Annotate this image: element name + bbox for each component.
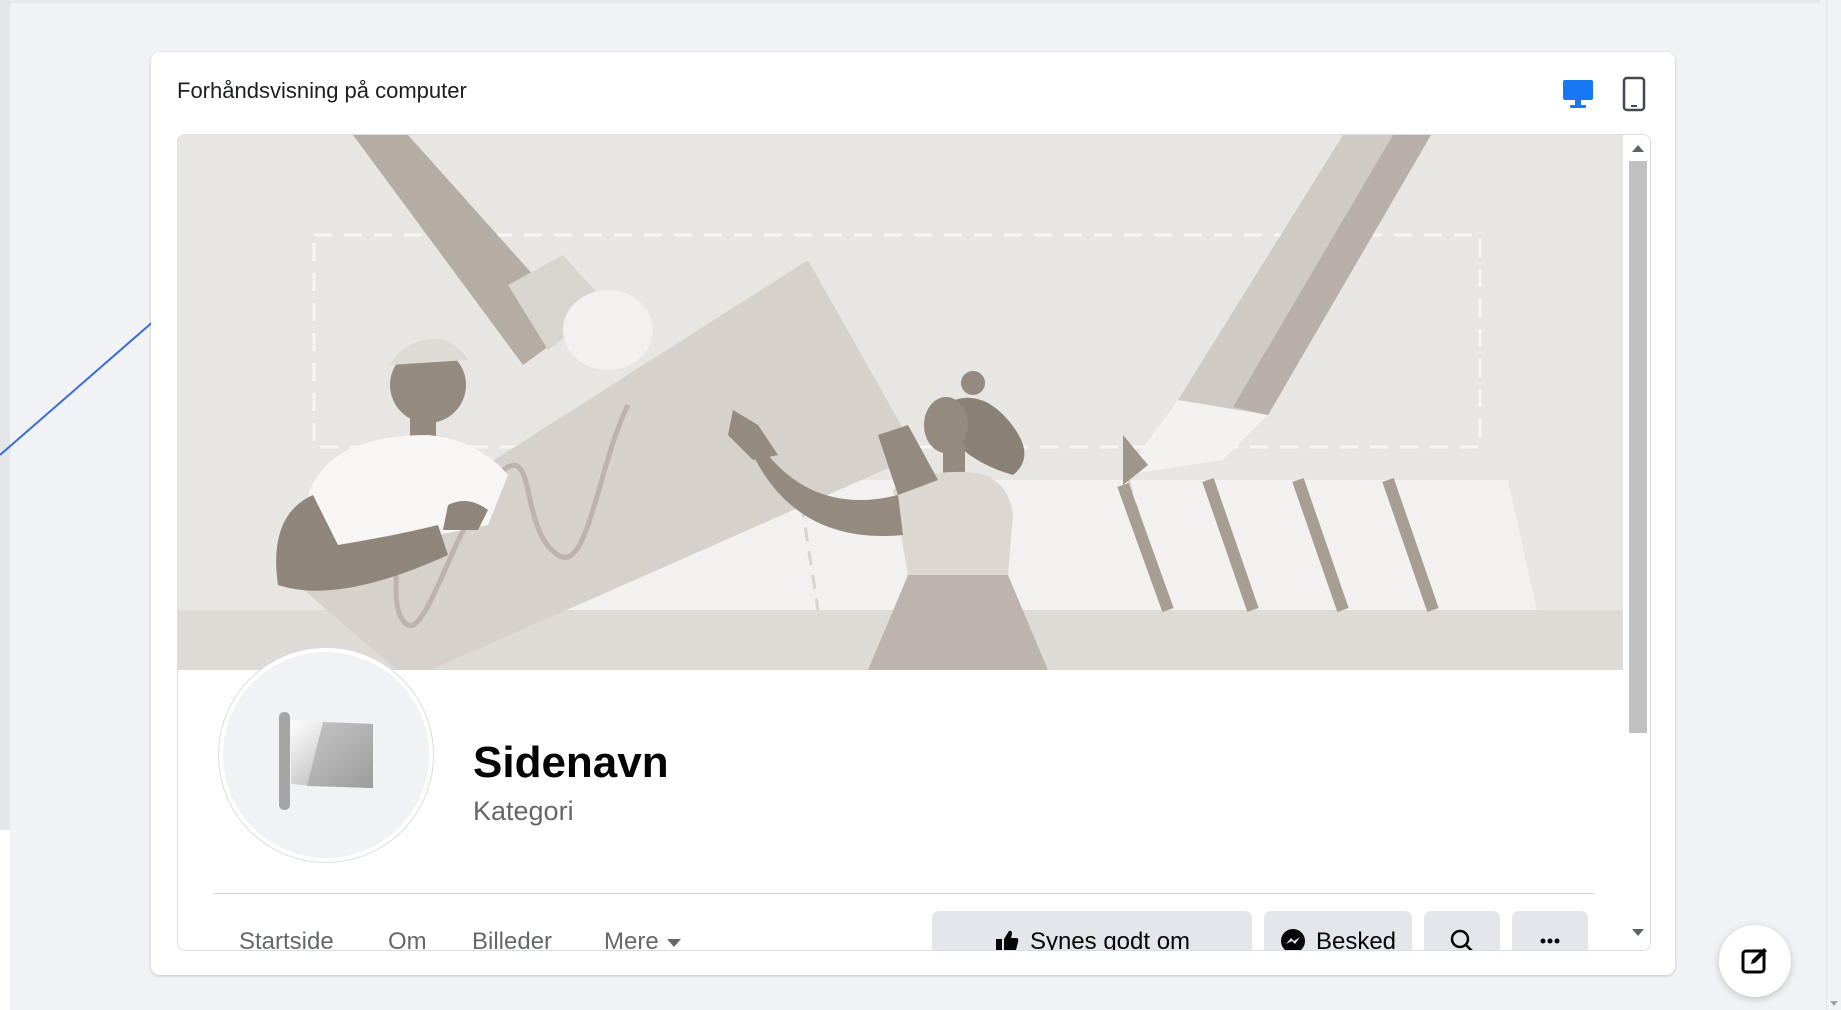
search-icon [1450, 929, 1473, 950]
compose-button[interactable] [1719, 925, 1791, 997]
mobile-preview-toggle[interactable] [1621, 76, 1647, 117]
page-name: Sidenavn [473, 738, 669, 787]
left-panel-edge-lower [0, 830, 10, 1010]
thumbs-up-icon [995, 930, 1019, 950]
search-button[interactable] [1424, 911, 1500, 950]
page-scroll-down-icon[interactable] [1830, 1001, 1838, 1006]
tab-more-label: Mere [604, 928, 659, 951]
page-preview: Sidenavn Kategori Startside Om Billeder … [177, 134, 1651, 951]
tab-home[interactable]: Startside [239, 928, 334, 950]
page-scrollbar[interactable] [1826, 0, 1841, 1010]
message-button[interactable]: Besked [1264, 911, 1412, 951]
flag-icon [279, 712, 373, 810]
caret-down-icon [666, 938, 681, 947]
message-button-label: Besked [1315, 928, 1397, 951]
preview-title: Forhåndsvisning på computer [177, 78, 467, 103]
like-button-label: Synes godt om [1029, 928, 1191, 951]
compose-icon [1741, 948, 1767, 974]
desktop-preview-toggle[interactable] [1561, 76, 1595, 115]
cover-photo [178, 135, 1623, 670]
page-category: Kategori [473, 796, 574, 826]
top-header-edge [10, 0, 1820, 3]
mobile-icon [1622, 76, 1646, 112]
preview-scrollbar[interactable] [1624, 135, 1650, 950]
scroll-thumb[interactable] [1629, 161, 1647, 733]
more-dots-icon [1540, 938, 1560, 944]
tab-more[interactable]: Mere [604, 928, 681, 951]
tab-photos[interactable]: Billeder [472, 928, 552, 950]
scroll-up-icon[interactable] [1632, 145, 1644, 152]
more-button[interactable] [1512, 911, 1588, 950]
profile-divider [214, 893, 1594, 894]
scroll-down-icon[interactable] [1632, 929, 1644, 936]
messenger-icon [1280, 929, 1305, 950]
tab-about[interactable]: Om [388, 928, 427, 950]
like-button[interactable]: Synes godt om [932, 911, 1252, 951]
preview-card: Forhåndsvisning på computer Sidenavn Kat… [151, 52, 1675, 975]
desktop-icon [1563, 80, 1593, 108]
profile-picture [219, 648, 433, 862]
